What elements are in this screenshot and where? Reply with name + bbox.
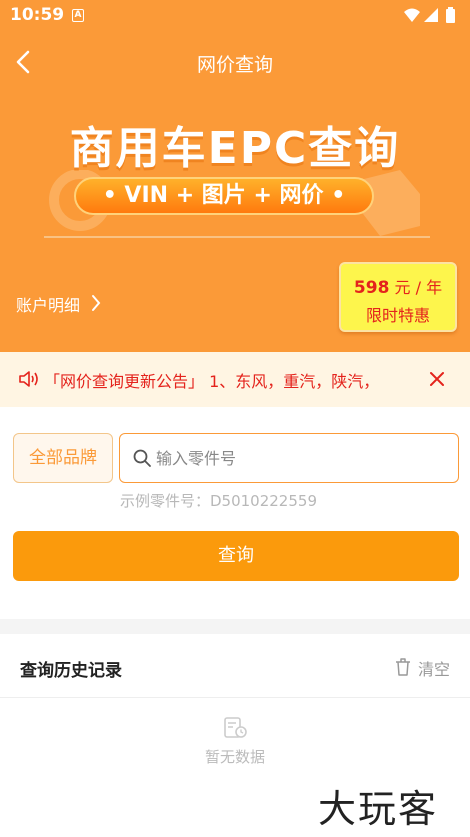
page-title: 网价查询 — [196, 54, 273, 76]
status-time: 10:59 — [10, 5, 65, 25]
signal-battery-icon — [404, 7, 455, 23]
banner-divider — [44, 236, 430, 238]
nav-bar: 网价查询 — [0, 40, 470, 84]
divider — [0, 697, 470, 698]
history-title: 查询历史记录 — [20, 661, 122, 681]
query-button[interactable]: 查询 — [13, 531, 459, 581]
price-unit: 元 / 年 — [394, 278, 443, 297]
watermark-logo: 大玩客 — [318, 787, 439, 831]
trash-icon — [396, 658, 410, 676]
history-section: 查询历史记录 清空 暂无数据 大玩客 — [0, 634, 470, 837]
notice-bar[interactable]: 「网价查询更新公告」 1、东风，重汽，陕汽， — [0, 352, 470, 407]
empty-state-text: 暂无数据 — [204, 748, 265, 766]
search-icon — [133, 449, 151, 467]
banner-title: 商用车EPC查询 — [69, 123, 401, 174]
price-promo-card[interactable]: 598 元 / 年 限时特惠 — [339, 262, 457, 332]
price-value: 598 — [353, 278, 390, 298]
brand-filter-button[interactable]: 全部品牌 — [13, 433, 113, 483]
close-icon[interactable] — [428, 370, 446, 388]
banner-subtitle-pill: • VIN + 图片 + 网价 • — [74, 177, 374, 215]
search-box[interactable] — [119, 433, 459, 483]
account-details-link[interactable]: 账户明细 — [16, 292, 80, 316]
part-number-input[interactable] — [156, 446, 446, 470]
empty-record-icon — [224, 717, 247, 738]
header-banner: 10:59 A 网价查询 商用车EPC查询 • VIN + 图片 + 网价 • … — [0, 0, 470, 352]
notice-text: 「网价查询更新公告」 1、东风，重汽，陕汽， — [44, 372, 380, 391]
notification-badge-icon: A — [72, 9, 84, 22]
chevron-right-icon[interactable] — [90, 293, 102, 313]
price-line: 598 元 / 年 — [341, 274, 455, 298]
clear-label: 清空 — [418, 660, 451, 679]
promo-label: 限时特惠 — [365, 306, 430, 325]
status-bar: 10:59 A — [0, 0, 470, 32]
example-part-number: 示例零件号：D5010222559 — [120, 492, 317, 510]
search-card: 全部品牌 示例零件号：D5010222559 查询 — [0, 407, 470, 619]
speaker-icon — [19, 371, 38, 387]
